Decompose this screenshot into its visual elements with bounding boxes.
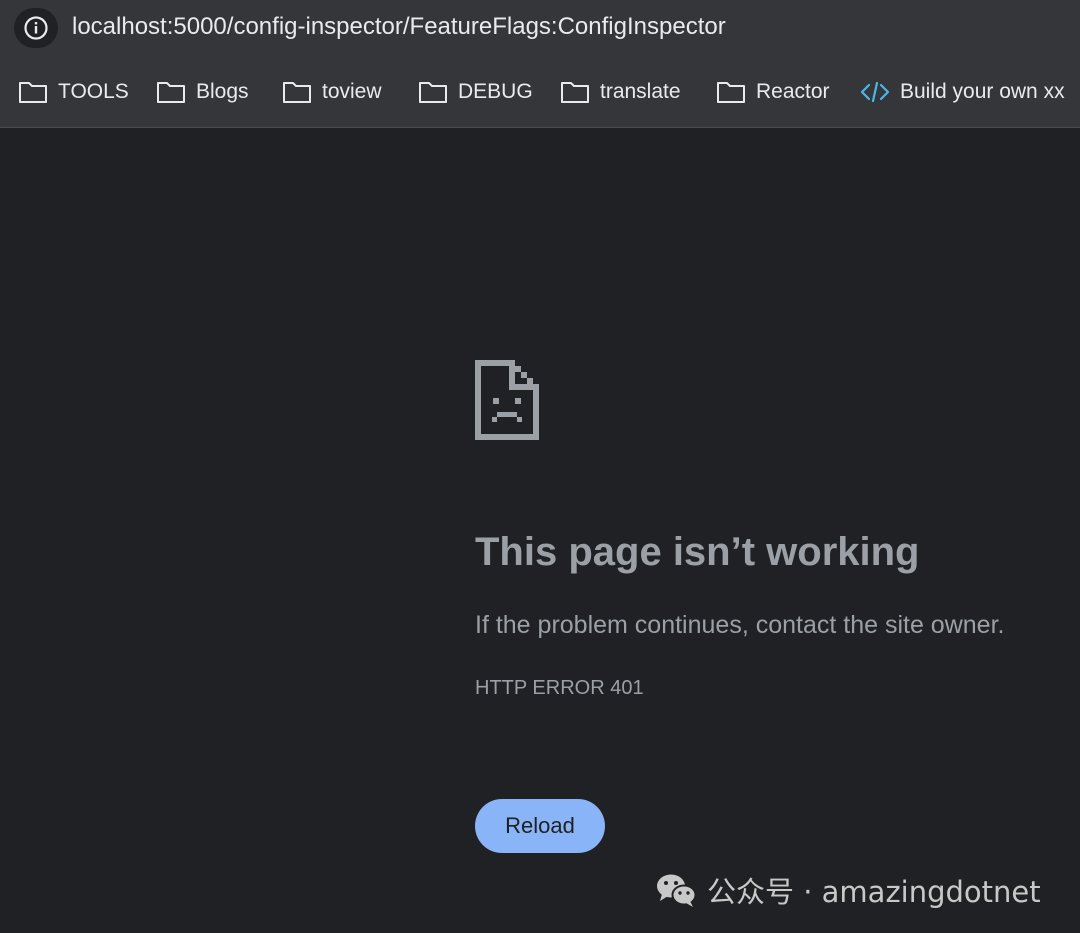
address-bar[interactable]: localhost:5000/config-inspector/FeatureF… xyxy=(0,0,1080,57)
bookmark-label: Build your own xx xyxy=(900,80,1065,103)
sad-page-icon xyxy=(475,360,539,440)
bookmark-label: Blogs xyxy=(196,80,249,103)
reload-button[interactable]: Reload xyxy=(475,799,605,853)
url-text[interactable]: localhost:5000/config-inspector/FeatureF… xyxy=(72,12,726,42)
bookmark-debug[interactable]: DEBUG xyxy=(418,77,533,107)
bookmark-build-your-own[interactable]: Build your own xx xyxy=(860,77,1065,107)
info-icon xyxy=(24,16,48,40)
wechat-icon xyxy=(657,874,697,907)
watermark: 公众号 · amazingdotnet xyxy=(655,868,1041,912)
folder-icon xyxy=(157,82,185,103)
bookmark-toview[interactable]: toview xyxy=(282,77,382,107)
watermark-text: 公众号 · amazingdotnet xyxy=(707,875,1041,909)
error-title: This page isn’t working xyxy=(475,530,920,574)
bookmark-label: toview xyxy=(322,80,382,103)
bookmark-translate[interactable]: translate xyxy=(560,77,681,107)
folder-icon xyxy=(419,82,447,103)
bookmark-label: TOOLS xyxy=(58,80,129,103)
error-message: If the problem continues, contact the si… xyxy=(475,611,1005,639)
folder-icon xyxy=(283,82,311,103)
site-info-button[interactable] xyxy=(14,8,58,48)
error-code: HTTP ERROR 401 xyxy=(475,677,644,699)
code-icon xyxy=(860,81,890,103)
bookmark-label: Reactor xyxy=(756,80,830,103)
folder-icon xyxy=(561,82,589,103)
bookmark-reactor[interactable]: Reactor xyxy=(716,77,830,107)
bookmark-blogs[interactable]: Blogs xyxy=(156,77,249,107)
folder-icon xyxy=(19,82,47,103)
bookmark-label: translate xyxy=(600,80,681,103)
bookmark-label: DEBUG xyxy=(458,80,533,103)
bookmarks-bar: TOOLS Blogs toview DEBUG translate React… xyxy=(0,57,1080,128)
bookmark-tools[interactable]: TOOLS xyxy=(18,77,129,107)
folder-icon xyxy=(717,82,745,103)
